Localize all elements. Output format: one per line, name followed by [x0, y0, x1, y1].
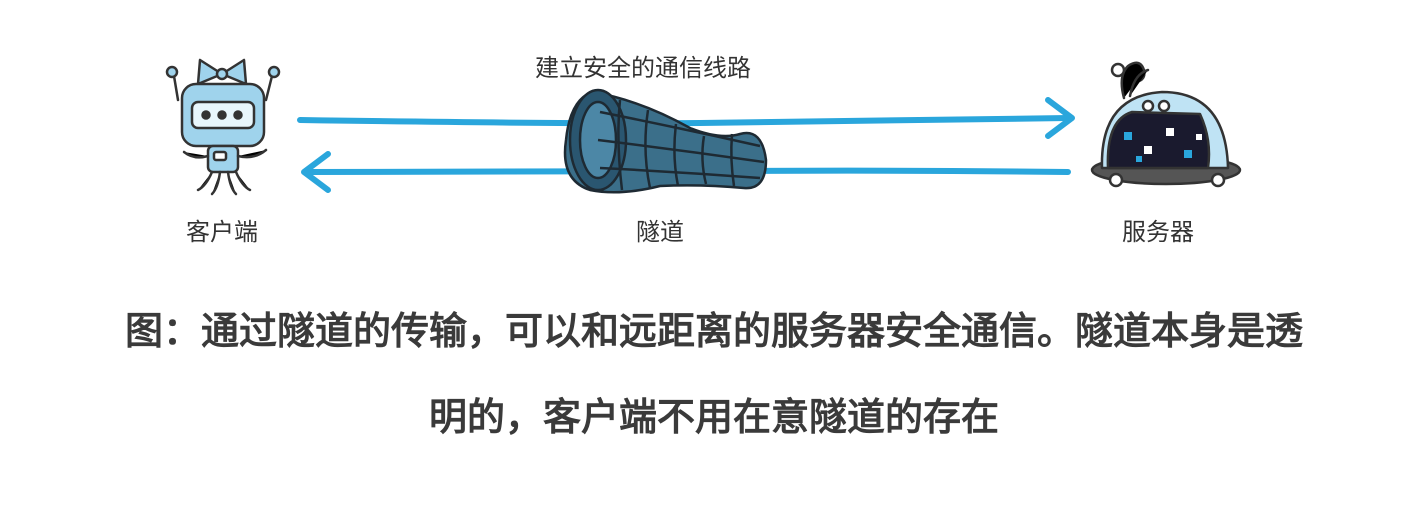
caption-line-1: 图：通过隧道的传输，可以和远距离的服务器安全通信。隧道本身是透: [124, 309, 1303, 353]
tunnel-label: 隧道: [636, 218, 684, 246]
server-label: 服务器: [1122, 218, 1194, 246]
figure-caption: 图：通过隧道的传输，可以和远距离的服务器安全通信。隧道本身是透 明的，客户端不用…: [0, 288, 1428, 460]
secure-route-label: 建立安全的通信线路: [535, 54, 751, 82]
client-label: 客户端: [186, 218, 258, 246]
caption-line-2: 明的，客户端不用在意隧道的存在: [428, 395, 999, 439]
robot-client-icon: [165, 58, 281, 196]
tunnel-icon: [563, 88, 768, 194]
dome-server-icon: [1090, 61, 1242, 188]
